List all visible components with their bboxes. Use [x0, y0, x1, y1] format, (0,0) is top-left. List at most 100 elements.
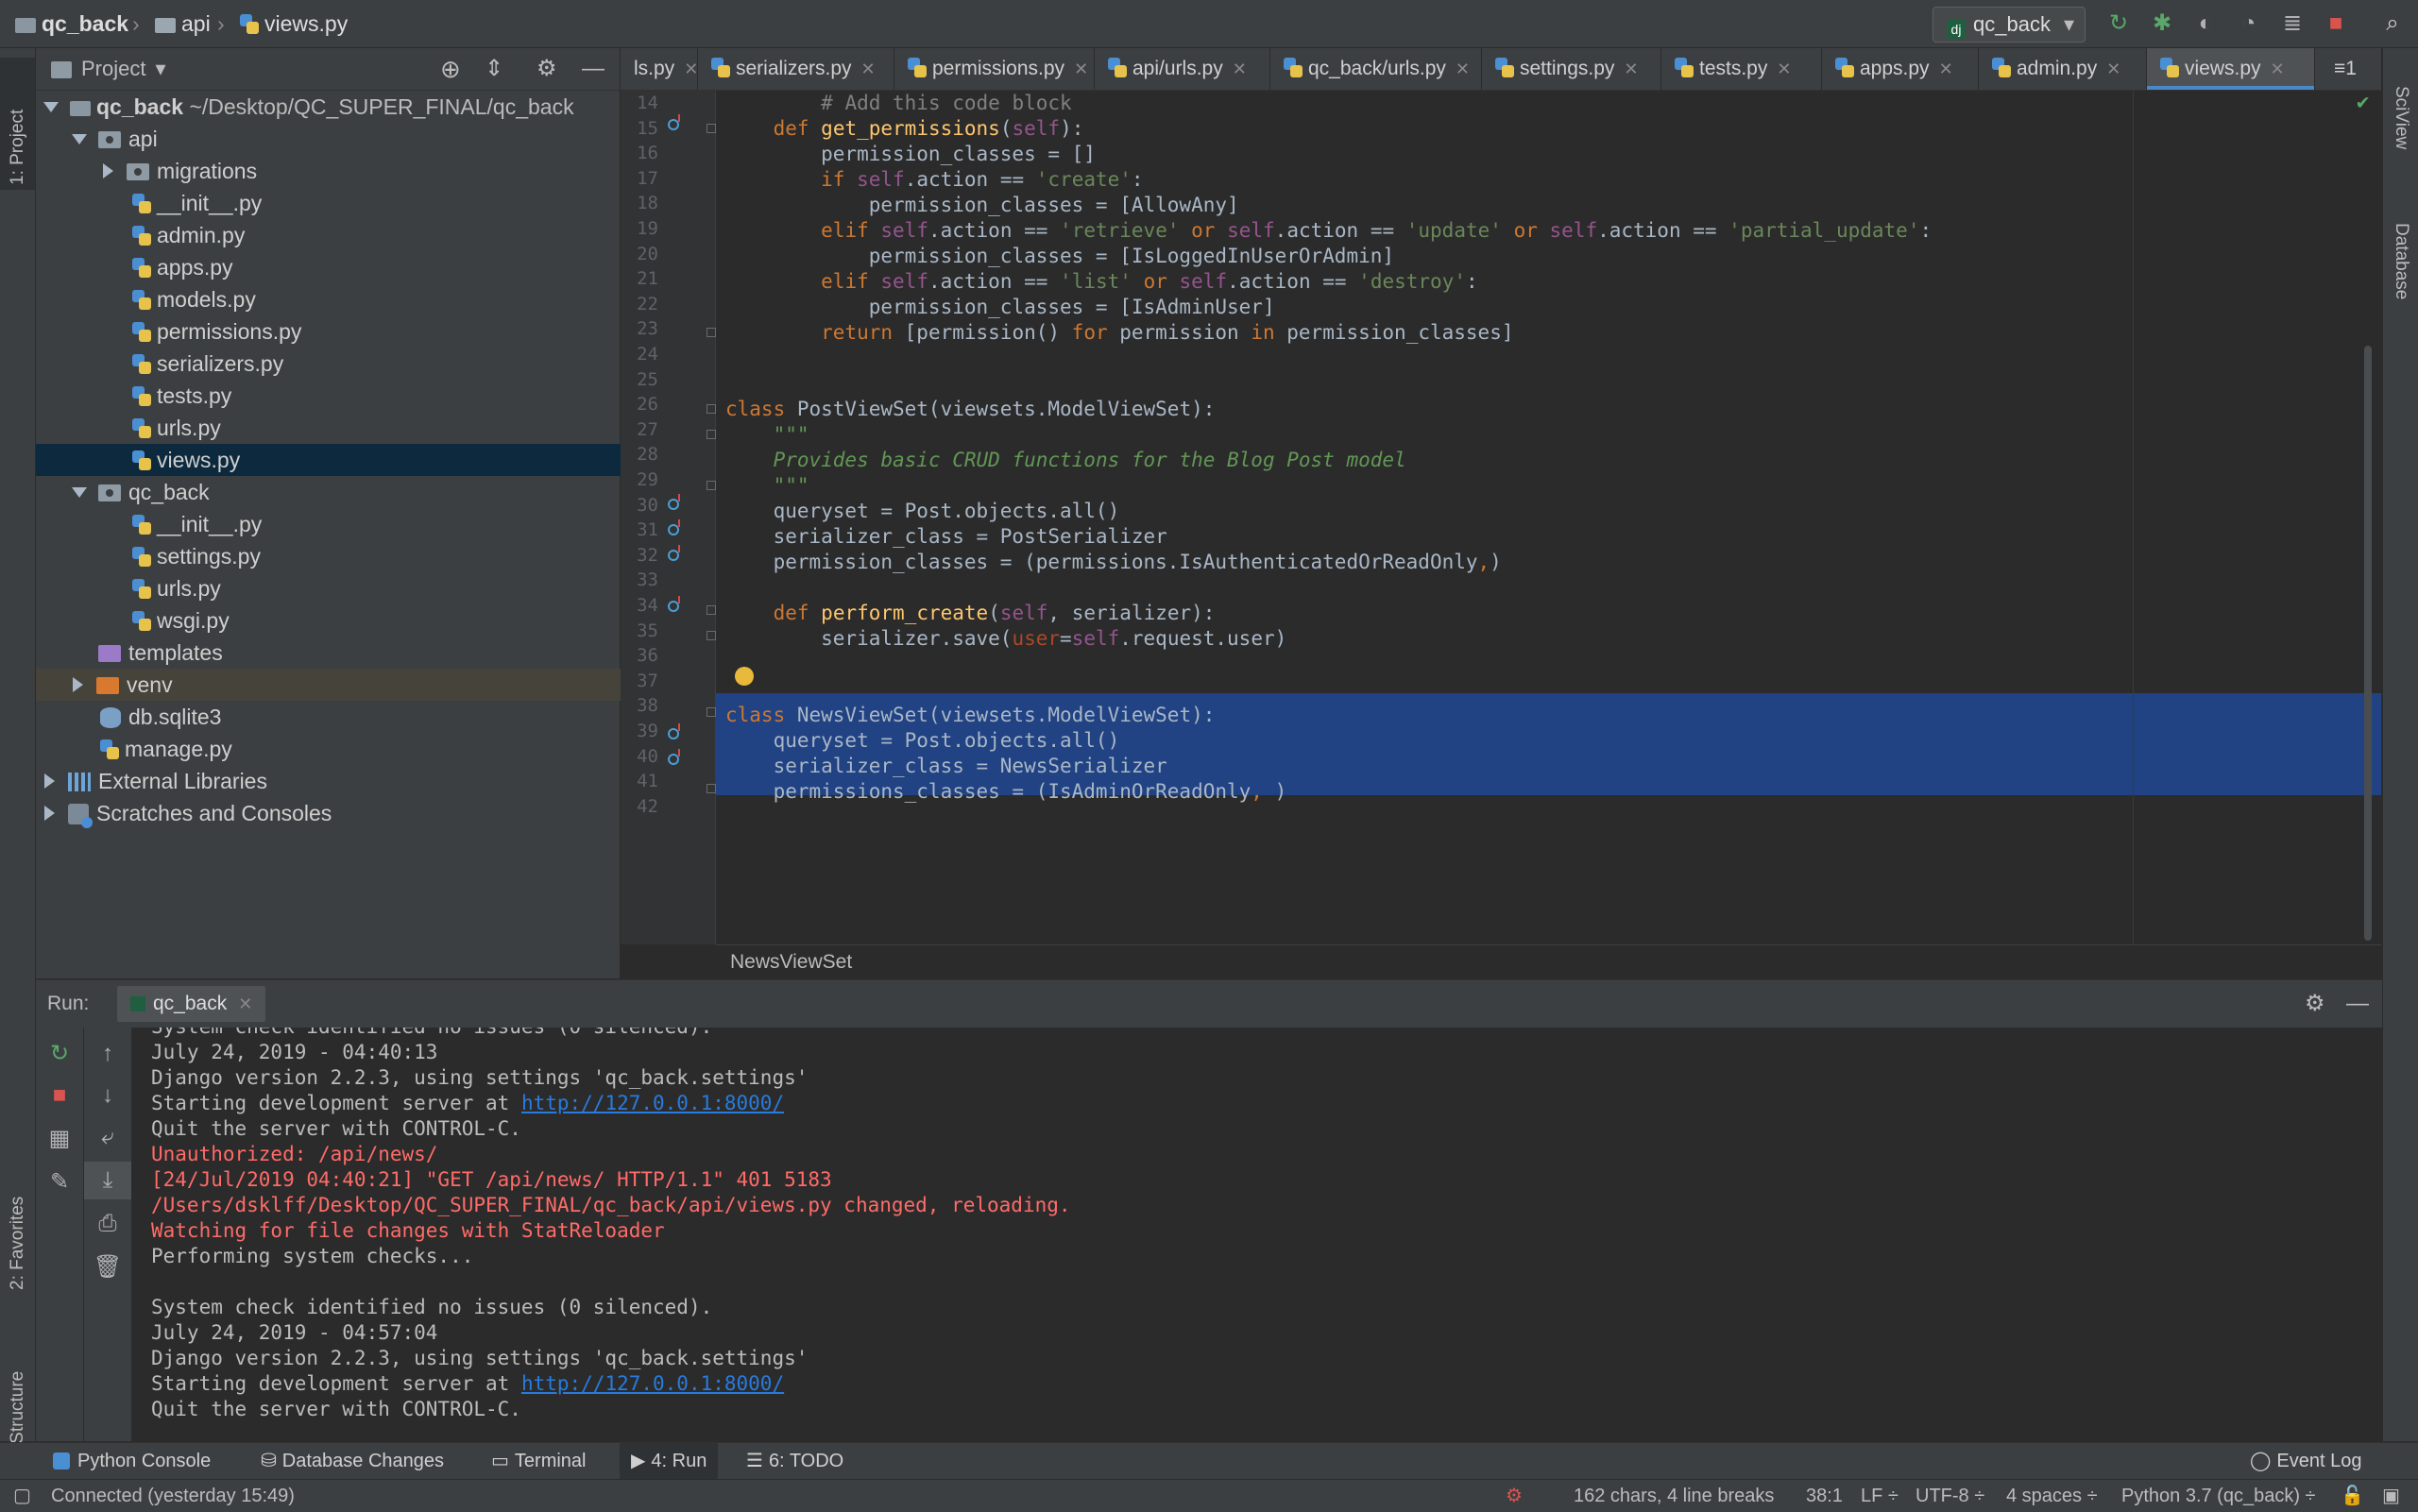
breadcrumb-project[interactable]: qc_back: [15, 0, 128, 47]
toggle-toolwindows-icon[interactable]: ▢: [13, 1480, 31, 1512]
tab-qc-back-urls-py[interactable]: qc_back/urls.py ✕: [1270, 48, 1482, 90]
search-icon[interactable]: ⌕: [2378, 9, 2407, 38]
editor-scrollbar[interactable]: [2364, 346, 2372, 941]
server-url-link[interactable]: http://127.0.0.1:8000/: [521, 1372, 784, 1395]
scroll-to-end-icon[interactable]: ⤓: [84, 1162, 131, 1199]
fold-icon[interactable]: [707, 605, 716, 615]
tree-item-templates[interactable]: templates: [36, 637, 682, 669]
run-tab-qc-back[interactable]: qc_back ✕: [117, 986, 266, 1022]
tree-item-api[interactable]: api: [36, 123, 656, 155]
indent-select[interactable]: 4 spaces ÷: [2006, 1480, 2098, 1512]
override-marker-icon[interactable]: [668, 114, 680, 130]
gear-icon[interactable]: ⚙: [2305, 980, 2325, 1028]
fold-icon[interactable]: [707, 430, 716, 439]
fold-icon[interactable]: [707, 404, 716, 414]
tab-favorites[interactable]: 2: Favorites: [0, 1115, 35, 1295]
fold-icon[interactable]: [707, 631, 716, 640]
tree-item-root[interactable]: qc_back ~/Desktop/QC_SUPER_FINAL/qc_back: [36, 91, 627, 123]
stop-icon[interactable]: ■: [2322, 9, 2350, 38]
close-icon[interactable]: ✕: [2106, 59, 2120, 78]
tree-item-file[interactable]: settings.py: [36, 540, 716, 572]
tab-ls-py[interactable]: ls.py ✕: [621, 48, 698, 90]
override-marker-icon[interactable]: [668, 596, 680, 612]
minimize-icon[interactable]: —: [582, 48, 604, 90]
line-separator-select[interactable]: LF ÷: [1861, 1480, 1899, 1512]
tree-item-db[interactable]: db.sqlite3: [36, 701, 684, 733]
breadcrumb-api[interactable]: api: [155, 0, 211, 47]
run-toolwindow-button[interactable]: ▶ 4: Run: [620, 1443, 719, 1479]
override-marker-icon[interactable]: [668, 545, 680, 561]
tree-item-venv[interactable]: venv: [36, 669, 654, 701]
pin-icon[interactable]: ✎: [36, 1164, 83, 1201]
interpreter-select[interactable]: Python 3.7 (qc_back) ÷: [2121, 1480, 2316, 1512]
stop-icon[interactable]: ■: [36, 1077, 83, 1114]
arrow-down-icon[interactable]: ↓: [84, 1077, 131, 1114]
print-icon[interactable]: ⎙: [84, 1205, 131, 1243]
encoding-select[interactable]: UTF-8 ÷: [1916, 1480, 1984, 1512]
tree-item-file[interactable]: wsgi.py: [36, 604, 716, 637]
tree-item-file[interactable]: permissions.py: [36, 315, 716, 348]
debug-icon[interactable]: ✱: [2148, 9, 2176, 38]
trash-icon[interactable]: 🗑: [84, 1249, 131, 1286]
todo-button[interactable]: ☰ 6: TODO: [746, 1443, 843, 1479]
close-icon[interactable]: ✕: [2271, 59, 2285, 78]
fold-icon[interactable]: [707, 707, 716, 717]
profile-icon[interactable]: ◔: [2235, 9, 2263, 38]
override-marker-icon[interactable]: [668, 749, 680, 765]
breadcrumb-file[interactable]: views.py: [240, 0, 348, 47]
terminal-button[interactable]: ▭ Terminal: [491, 1443, 586, 1479]
close-icon[interactable]: ✕: [1456, 59, 1470, 78]
collapse-all-icon[interactable]: ⇕: [485, 48, 503, 90]
tabs-overflow-button[interactable]: ≡1: [2321, 48, 2377, 90]
override-marker-icon[interactable]: [668, 494, 680, 510]
close-icon[interactable]: ✕: [684, 59, 698, 78]
arrow-up-icon[interactable]: ↑: [84, 1035, 131, 1073]
lightbulb-icon[interactable]: [735, 667, 754, 686]
tree-item-file[interactable]: admin.py: [36, 219, 716, 251]
override-marker-icon[interactable]: [668, 519, 680, 535]
soft-wrap-icon[interactable]: ⤶: [84, 1118, 131, 1156]
tree-item-file[interactable]: __init__.py: [36, 187, 716, 219]
fold-icon[interactable]: [707, 124, 716, 133]
gear-error-icon[interactable]: ⚙: [1506, 1480, 1523, 1512]
tree-item-file-selected[interactable]: views.py: [36, 444, 716, 476]
tree-item-file[interactable]: manage.py: [36, 733, 684, 765]
tab-permissions-py[interactable]: permissions.py ✕: [894, 48, 1095, 90]
close-icon[interactable]: ✕: [1939, 59, 1953, 78]
close-icon[interactable]: ✕: [1074, 59, 1088, 78]
close-icon[interactable]: ✕: [1233, 59, 1247, 78]
tree-item-file[interactable]: models.py: [36, 283, 716, 315]
caret-position[interactable]: 38:1: [1806, 1480, 1843, 1512]
layout-icon[interactable]: ▦: [36, 1120, 83, 1158]
rerun-icon[interactable]: ↻: [36, 1035, 83, 1073]
tab-tests-py[interactable]: tests.py ✕: [1661, 48, 1822, 90]
tab-admin-py[interactable]: admin.py ✕: [1979, 48, 2147, 90]
tab-api-urls-py[interactable]: api/urls.py ✕: [1095, 48, 1270, 90]
server-url-link[interactable]: http://127.0.0.1:8000/: [521, 1092, 784, 1114]
tab-views-py-active[interactable]: views.py ✕: [2147, 48, 2315, 90]
tree-item-external-libraries[interactable]: External Libraries: [36, 765, 625, 797]
minimize-icon[interactable]: —: [2346, 980, 2369, 1028]
gear-icon[interactable]: ⚙: [536, 48, 557, 90]
run-console-output[interactable]: System check identified no issues (0 sil…: [132, 1028, 2382, 1441]
close-icon[interactable]: ✕: [1777, 59, 1791, 78]
fold-icon[interactable]: [707, 784, 716, 793]
close-icon[interactable]: ✕: [238, 994, 252, 1013]
tab-serializers-py[interactable]: serializers.py ✕: [698, 48, 894, 90]
run-configuration-select[interactable]: dj qc_back ▾: [1933, 7, 2086, 42]
project-view-select[interactable]: Project: [81, 57, 145, 80]
tree-item-file[interactable]: apps.py: [36, 251, 716, 283]
editor-breadcrumb[interactable]: NewsViewSet: [716, 944, 2381, 978]
memory-icon[interactable]: ▣: [2382, 1480, 2400, 1512]
concurrency-icon[interactable]: ≣: [2278, 9, 2307, 38]
tab-project-toolwindow[interactable]: 1: Project: [0, 58, 35, 190]
tree-item-file[interactable]: serializers.py: [36, 348, 716, 380]
tab-sciview[interactable]: SciView: [2387, 86, 2415, 199]
python-console-button[interactable]: Python Console: [53, 1443, 211, 1479]
tab-database[interactable]: Database: [2387, 223, 2415, 365]
close-icon[interactable]: ✕: [861, 59, 876, 78]
chevron-down-icon[interactable]: ▾: [155, 57, 165, 80]
code-editor[interactable]: ✔ # Add this code block def get_permissi…: [716, 91, 2381, 944]
fold-icon[interactable]: [707, 481, 716, 490]
coverage-icon[interactable]: ◐: [2191, 9, 2220, 38]
